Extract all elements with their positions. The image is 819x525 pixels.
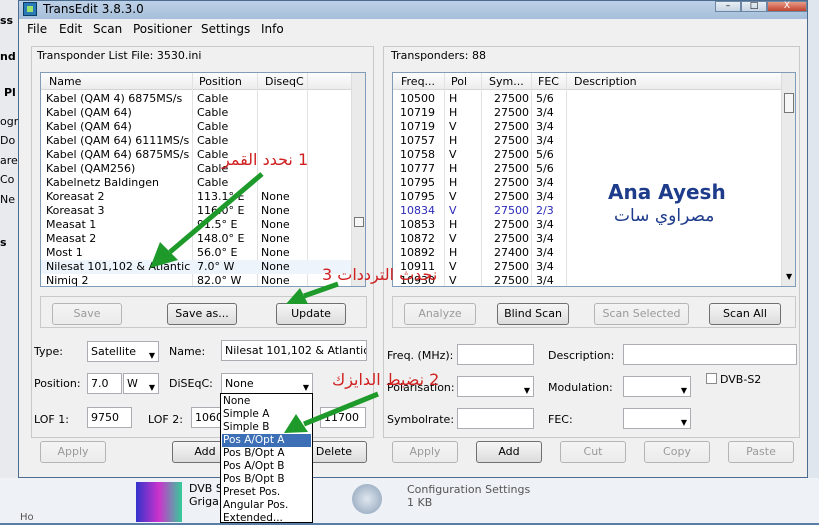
annotation-arrows xyxy=(150,172,379,433)
arrow-to-diseqc xyxy=(284,391,379,433)
arrow-to-update xyxy=(286,281,339,304)
arrow-to-satellite xyxy=(150,172,264,268)
